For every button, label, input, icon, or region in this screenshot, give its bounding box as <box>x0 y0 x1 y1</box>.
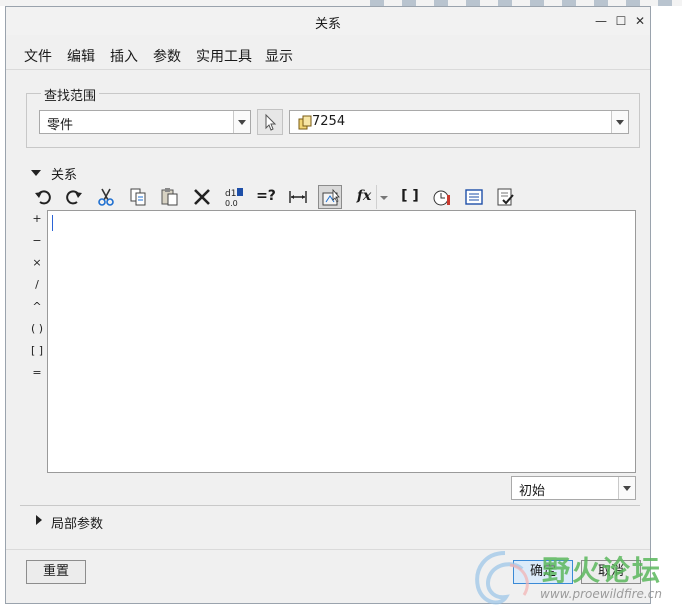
lookup-group: 查找范围 零件 7254 <box>26 85 640 148</box>
menu-display[interactable]: 显示 <box>265 46 293 66</box>
undo-icon[interactable] <box>31 185 55 209</box>
verify-icon[interactable] <box>430 185 454 209</box>
pointer-icon <box>265 113 277 131</box>
select-dimension-icon[interactable] <box>318 185 342 209</box>
close-button[interactable]: ✕ <box>630 11 650 31</box>
copy-icon[interactable] <box>126 185 150 209</box>
show-values-icon[interactable]: d1 0.0 <box>222 185 246 209</box>
menu-params[interactable]: 参数 <box>153 46 181 66</box>
scope-value: 零件 <box>47 118 74 133</box>
evaluate-icon[interactable]: =? <box>254 185 278 209</box>
dimension-icon[interactable] <box>286 185 310 209</box>
menu-bar: 文件 编辑 插入 参数 实用工具 显示 <box>6 43 650 67</box>
watermark-logo-icon <box>475 551 529 605</box>
operator-divide-button[interactable]: / <box>26 275 48 295</box>
operator-plus-button[interactable]: + <box>26 209 48 229</box>
scope-dropdown[interactable]: 零件 <box>39 110 251 134</box>
relations-editor[interactable] <box>47 210 636 473</box>
maximize-button[interactable]: ☐ <box>611 11 631 31</box>
model-dropdown[interactable]: 7254 <box>289 110 629 134</box>
sort-order-value: 初始 <box>519 484 546 499</box>
relations-dialog: 关系 — ☐ ✕ 文件 编辑 插入 参数 实用工具 显示 查找范围 零件 725… <box>5 6 651 604</box>
watermark-url: www.proewildfire.cn <box>540 587 662 601</box>
menu-insert[interactable]: 插入 <box>110 46 138 66</box>
operator-bracket-button[interactable]: [ ] <box>26 341 48 361</box>
title-bar: 关系 — ☐ ✕ <box>6 7 650 35</box>
sort-order-dropdown[interactable]: 初始 <box>511 476 636 500</box>
operator-power-button[interactable]: ^ <box>26 297 48 317</box>
minimize-button[interactable]: — <box>591 11 611 31</box>
check-icon[interactable] <box>494 185 518 209</box>
function-dropdown-icon[interactable] <box>376 185 388 209</box>
sort-icon[interactable] <box>462 185 486 209</box>
operator-multiply-button[interactable]: × <box>26 253 48 273</box>
section-divider <box>20 505 640 506</box>
menu-file[interactable]: 文件 <box>24 46 52 66</box>
expand-arrow-icon[interactable] <box>36 515 42 525</box>
text-caret <box>52 215 53 231</box>
operator-equals-button[interactable]: = <box>26 363 48 383</box>
redo-icon[interactable] <box>62 185 86 209</box>
operator-minus-button[interactable]: − <box>26 231 48 251</box>
paste-icon[interactable] <box>158 185 182 209</box>
chevron-down-icon[interactable] <box>233 111 250 133</box>
menu-edit[interactable]: 编辑 <box>67 46 95 66</box>
brackets-icon[interactable]: [ ] <box>398 185 422 209</box>
lookup-legend: 查找范围 <box>41 85 100 104</box>
window-title: 关系 <box>314 17 341 32</box>
chevron-down-icon[interactable] <box>618 477 635 499</box>
cut-icon[interactable] <box>94 185 118 209</box>
chevron-down-icon[interactable] <box>611 111 628 133</box>
menu-divider <box>6 69 650 70</box>
collapse-arrow-icon[interactable] <box>31 170 41 176</box>
menu-utilities[interactable]: 实用工具 <box>196 46 252 66</box>
model-value: 7254 <box>312 114 346 129</box>
watermark: 野火论坛 www.proewildfire.cn <box>470 543 682 609</box>
svg-text:0.0: 0.0 <box>225 199 238 207</box>
svg-text:d1: d1 <box>225 189 236 199</box>
select-model-button[interactable] <box>257 109 283 135</box>
reset-button[interactable]: 重置 <box>26 560 86 584</box>
relations-header[interactable]: 关系 <box>51 164 77 183</box>
watermark-title: 野火论坛 <box>542 554 663 587</box>
operator-paren-button[interactable]: ( ) <box>26 319 48 339</box>
function-icon[interactable]: fx <box>352 185 376 209</box>
local-params-header[interactable]: 局部参数 <box>51 513 103 532</box>
delete-icon[interactable] <box>190 185 214 209</box>
